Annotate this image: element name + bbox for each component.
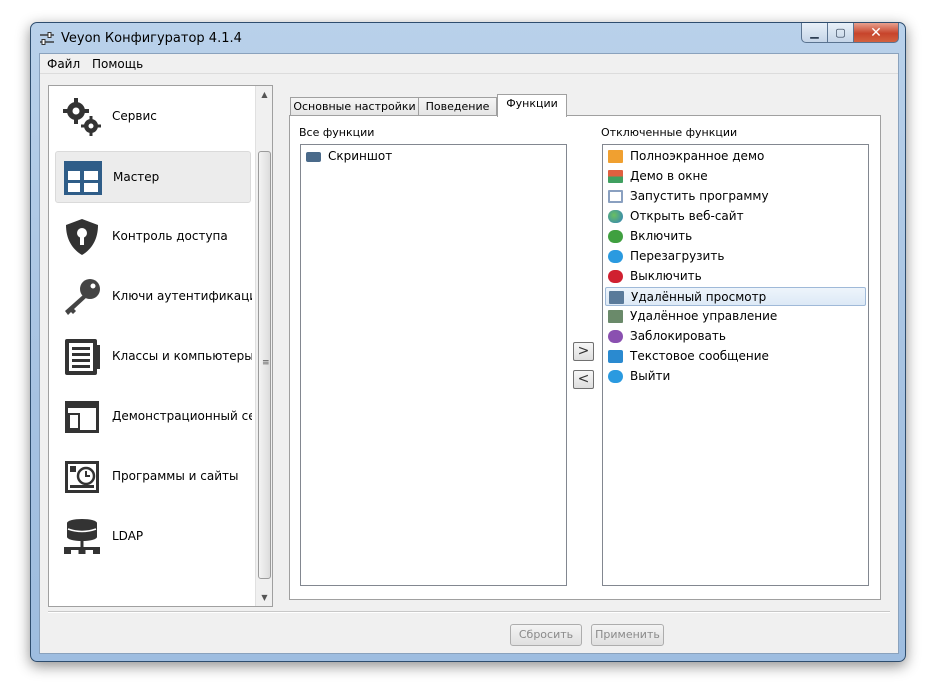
master-grid-icon: [64, 161, 102, 195]
nav-item-master[interactable]: Мастер: [55, 151, 251, 203]
nav-item-access-control[interactable]: Контроль доступа: [55, 211, 251, 263]
list-item[interactable]: Скриншот: [303, 147, 564, 166]
nav-item-programs-sites[interactable]: Программы и сайты: [55, 451, 251, 503]
run-program-icon: [608, 190, 623, 203]
globe-icon: [608, 210, 623, 223]
remove-feature-button[interactable]: <: [573, 370, 594, 389]
close-icon: ✕: [870, 24, 882, 41]
disabled-features-caption: Отключенные функции: [601, 126, 738, 139]
window-demo-icon: [608, 170, 623, 183]
features-panel: Все функции Скриншот > < Отключенные фун…: [289, 115, 881, 600]
nav-label: Мастер: [113, 170, 160, 184]
camera-icon: [306, 152, 321, 162]
disabled-features-list[interactable]: Полноэкранное демо Демо в окне Запустить…: [602, 144, 869, 586]
add-feature-button[interactable]: >: [573, 342, 594, 361]
app-settings-icon: [40, 32, 54, 45]
configurator-window: Veyon Конфигуратор 4.1.4 ▁ ▢ ✕ Файл Помо…: [30, 22, 906, 662]
nav-label: LDAP: [112, 529, 144, 543]
list-item[interactable]: Заблокировать: [605, 327, 866, 346]
nav-label: Ключи аутентификации: [112, 289, 252, 303]
all-features-caption: Все функции: [299, 126, 375, 139]
nav-item-auth-keys[interactable]: Ключи аутентификации: [55, 271, 252, 323]
scroll-thumb[interactable]: ≡: [258, 151, 271, 579]
list-item[interactable]: Текстовое сообщение: [605, 347, 866, 366]
demo-window-icon: [65, 401, 99, 433]
reboot-icon: [608, 250, 623, 263]
nav-label: Сервис: [112, 109, 157, 123]
nav-item-demo-server[interactable]: Демонстрационный серв: [55, 391, 252, 443]
nav-label: Контроль доступа: [112, 229, 228, 243]
message-icon: [608, 350, 623, 363]
list-item-selected[interactable]: Удалённый просмотр: [605, 287, 866, 306]
menu-help[interactable]: Помощь: [92, 57, 143, 71]
nav-label: Классы и компьютеры: [112, 349, 252, 363]
lock-icon: [608, 330, 623, 343]
list-item[interactable]: Запустить программу: [605, 187, 866, 206]
key-icon: [65, 279, 100, 315]
category-list: Сервис Мастер Контроль доступа Ключи аут…: [48, 85, 273, 607]
scroll-down-icon[interactable]: ▼: [256, 589, 273, 606]
menu-file[interactable]: Файл: [47, 57, 80, 71]
window-title: Veyon Конфигуратор 4.1.4: [61, 31, 242, 46]
nav-label: Программы и сайты: [112, 469, 239, 483]
list-item[interactable]: Включить: [605, 227, 866, 246]
remote-control-icon: [608, 310, 623, 323]
list-item[interactable]: Удалённое управление: [605, 307, 866, 326]
nav-item-service[interactable]: Сервис: [55, 91, 251, 143]
title-bar: Veyon Конфигуратор 4.1.4 ▁ ▢ ✕: [31, 23, 905, 53]
list-item[interactable]: Демо в окне: [605, 167, 866, 186]
logout-icon: [608, 370, 623, 383]
nav-item-ldap[interactable]: LDAP: [55, 511, 251, 563]
list-item[interactable]: Полноэкранное демо: [605, 147, 866, 166]
gears-icon: [63, 98, 101, 136]
shield-keyhole-icon: [66, 219, 98, 255]
remote-view-icon: [609, 291, 624, 304]
database-network-icon: [64, 519, 100, 554]
minimize-icon: ▁: [810, 26, 819, 39]
maximize-icon: ▢: [835, 26, 846, 39]
grip-icon: ≡: [262, 358, 270, 368]
programs-clock-icon: [65, 461, 99, 493]
list-item[interactable]: Выключить: [605, 267, 866, 286]
reset-button[interactable]: Сбросить: [510, 624, 582, 646]
nav-scrollbar[interactable]: ▲ ≡ ▼: [255, 86, 272, 606]
power-on-icon: [608, 230, 623, 243]
apply-button[interactable]: Применить: [591, 624, 664, 646]
nav-label: Демонстрационный серв: [112, 409, 252, 423]
list-item[interactable]: Выйти: [605, 367, 866, 386]
list-item[interactable]: Открыть веб-сайт: [605, 207, 866, 226]
tab-behavior[interactable]: Поведение: [418, 97, 497, 117]
all-features-list[interactable]: Скриншот: [300, 144, 567, 586]
button-separator: [48, 611, 890, 613]
maximize-button[interactable]: ▢: [828, 23, 854, 43]
nav-item-classes-computers[interactable]: Классы и компьютеры: [55, 331, 252, 383]
close-button[interactable]: ✕: [854, 23, 899, 43]
power-off-icon: [608, 270, 623, 283]
minimize-button[interactable]: ▁: [801, 23, 828, 43]
client-area: Файл Помощь Сервис Мастер Контроль досту…: [39, 53, 899, 654]
tab-basic-settings[interactable]: Основные настройки: [290, 97, 419, 117]
fullscreen-demo-icon: [608, 150, 623, 163]
list-document-icon: [65, 339, 100, 375]
list-item[interactable]: Перезагрузить: [605, 247, 866, 266]
scroll-up-icon[interactable]: ▲: [256, 86, 273, 103]
tab-features[interactable]: Функции: [497, 94, 567, 117]
menu-bar: Файл Помощь: [40, 54, 898, 74]
